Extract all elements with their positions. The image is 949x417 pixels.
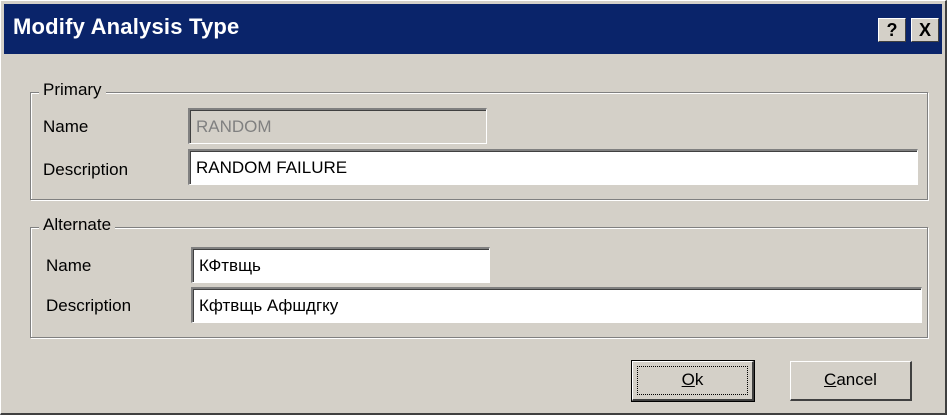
alternate-description-label: Description [46, 296, 132, 315]
cancel-button[interactable]: Cancel [790, 361, 912, 401]
alternate-name-field[interactable] [191, 247, 490, 283]
primary-name-field [188, 108, 487, 144]
alternate-legend: Alternate [39, 215, 116, 235]
primary-name-label: Name [43, 117, 89, 136]
primary-description-label: Description [43, 160, 129, 179]
dialog-title: Modify Analysis Type [13, 14, 240, 39]
ok-label: Ok [681, 370, 704, 389]
primary-description-field[interactable] [188, 149, 918, 185]
cancel-label: Cancel [824, 370, 877, 389]
primary-legend: Primary [39, 80, 106, 100]
alternate-name-label: Name [46, 256, 92, 275]
alternate-description-field[interactable] [191, 287, 922, 323]
modify-analysis-type-dialog: Modify Analysis Type ? X Primary Name De… [0, 0, 947, 415]
ok-button[interactable]: Ok [631, 360, 755, 402]
title-bar[interactable]: Modify Analysis Type ? X [4, 4, 942, 54]
close-icon[interactable]: X [911, 18, 939, 42]
help-icon[interactable]: ? [878, 18, 906, 42]
